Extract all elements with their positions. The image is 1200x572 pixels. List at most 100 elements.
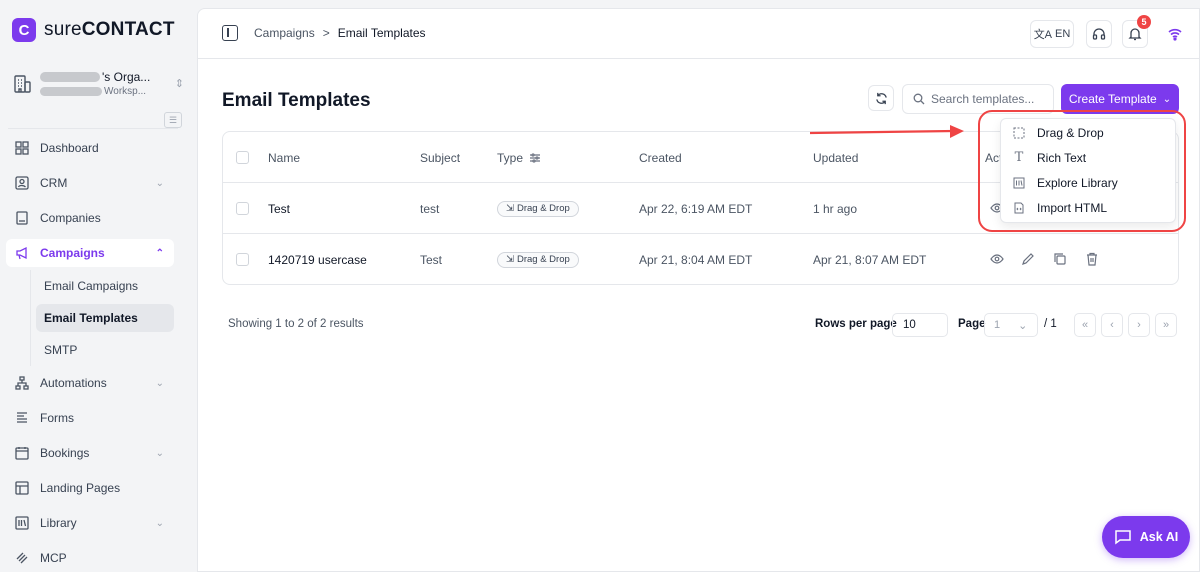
form-icon: [14, 410, 30, 426]
contact-card-icon: [14, 175, 30, 191]
search-input[interactable]: [931, 92, 1041, 106]
template-updated: Apr 21, 8:07 AM EDT: [813, 252, 927, 267]
page-total: / 1: [1044, 318, 1057, 330]
template-subject: test: [420, 201, 440, 216]
layout-icon: [14, 480, 30, 496]
translate-icon: 文A: [1033, 29, 1053, 41]
headset-icon: [1092, 28, 1106, 40]
top-bar: Campaigns > Email Templates 文A EN 5: [198, 9, 1200, 59]
type-badge-label: Drag & Drop: [516, 254, 570, 265]
divider: [8, 128, 178, 129]
breadcrumb: Campaigns > Email Templates: [254, 26, 426, 40]
table-row[interactable]: 1420719 usercase Test ⇲ Drag & Drop Apr 2…: [223, 234, 1178, 284]
refresh-button[interactable]: [868, 85, 894, 111]
sidebar-item-companies[interactable]: Companies: [6, 204, 174, 232]
last-page-button[interactable]: »: [1155, 313, 1177, 337]
template-name[interactable]: Test: [268, 183, 290, 234]
sidebar-item-campaigns[interactable]: Campaigns ⌃: [6, 239, 174, 267]
breadcrumb-campaigns[interactable]: Campaigns: [254, 26, 315, 40]
search-icon: [913, 93, 925, 105]
sidebar: C sureCONTACT 's Orga... Worksp... ⇕ ☰ D…: [0, 0, 196, 572]
ask-ai-button[interactable]: Ask AI: [1102, 516, 1190, 558]
brand-prefix: sure: [44, 19, 82, 40]
type-badge-label: Drag & Drop: [516, 203, 570, 214]
chevron-down-icon: ⌄: [1162, 93, 1172, 105]
redacted-workspace-name: [40, 87, 102, 96]
sidebar-item-automations[interactable]: Automations ⌄: [6, 369, 174, 397]
calendar-icon: [14, 445, 30, 461]
sidebar-subitem-smtp[interactable]: SMTP: [36, 336, 174, 364]
redacted-org-name: [40, 72, 100, 82]
library-icon: [14, 515, 30, 531]
collapse-sidebar-button[interactable]: ☰: [164, 112, 182, 128]
toggle-panel-icon[interactable]: [222, 25, 238, 41]
template-updated: 1 hr ago: [813, 201, 858, 216]
template-created: Apr 22, 6:19 AM EDT: [639, 201, 753, 216]
support-button[interactable]: [1086, 20, 1112, 48]
brand[interactable]: C sureCONTACT: [12, 18, 175, 42]
brand-name: CONTACT: [81, 19, 175, 40]
annotation-highlight: [978, 110, 1186, 232]
workspace-name: Worksp...: [104, 86, 147, 97]
drag-icon: ⇲: [506, 254, 514, 265]
row-checkbox[interactable]: [236, 202, 249, 215]
org-name: 's Orga...: [102, 70, 151, 84]
sidebar-item-label: CRM: [40, 176, 68, 190]
sidebar-item-label: Bookings: [40, 446, 90, 460]
sidebar-item-dashboard[interactable]: Dashboard: [6, 134, 174, 162]
sidebar-item-label: Dashboard: [40, 141, 99, 155]
row-checkbox[interactable]: [236, 253, 249, 266]
status-signal-icon[interactable]: [1168, 27, 1182, 41]
rows-per-page-select[interactable]: 10: [892, 313, 948, 337]
page-select[interactable]: 1 ⌄: [984, 313, 1038, 337]
org-switcher[interactable]: 's Orga... Worksp... ⇕: [12, 70, 184, 97]
create-template-label: Create Template: [1068, 92, 1157, 106]
type-badge: ⇲ Drag & Drop: [497, 200, 579, 217]
first-page-button[interactable]: «: [1074, 313, 1096, 337]
brand-logo: C: [12, 18, 36, 42]
chevron-up-icon: ⌃: [155, 247, 164, 259]
column-type-label: Type: [497, 150, 524, 165]
rows-per-page-label: Rows per page: [815, 318, 897, 330]
eye-icon[interactable]: [990, 252, 1004, 266]
duplicate-icon[interactable]: [1053, 252, 1067, 266]
sidebar-item-label: Campaigns: [40, 246, 105, 260]
grid-icon: [14, 140, 30, 156]
chevron-down-icon: ⌄: [1018, 319, 1028, 332]
sidebar-item-label: Forms: [40, 411, 74, 425]
prev-page-button[interactable]: ‹: [1101, 313, 1123, 337]
column-type: Type: [497, 132, 541, 183]
chevron-down-icon: ⌄: [155, 517, 164, 529]
breadcrumb-current: Email Templates: [337, 26, 426, 40]
pencil-icon[interactable]: [1021, 252, 1035, 266]
megaphone-icon: [14, 245, 30, 261]
results-summary: Showing 1 to 2 of 2 results: [228, 318, 364, 330]
sidebar-item-bookings[interactable]: Bookings ⌄: [6, 439, 174, 467]
sidebar-item-label: MCP: [40, 551, 67, 565]
sidebar-item-library[interactable]: Library ⌄: [6, 509, 174, 537]
building-icon: [14, 74, 31, 93]
sidebar-item-crm[interactable]: CRM ⌄: [6, 169, 174, 197]
sidebar-subitem-email-templates[interactable]: Email Templates: [36, 304, 174, 332]
chat-icon: [1115, 530, 1131, 545]
trash-icon[interactable]: [1085, 252, 1099, 266]
filter-icon[interactable]: [529, 152, 541, 164]
chevron-down-icon: ⌄: [155, 377, 164, 389]
column-created: Created: [639, 150, 682, 165]
sidebar-item-mcp[interactable]: MCP: [6, 544, 174, 572]
building-icon: [14, 210, 30, 226]
bell-icon: [1128, 28, 1142, 41]
page-select-value: 1: [994, 319, 1001, 331]
select-all-checkbox[interactable]: [236, 151, 249, 164]
template-name[interactable]: 1420719 usercase: [268, 234, 367, 284]
sidebar-subitem-email-campaigns[interactable]: Email Campaigns: [36, 272, 174, 300]
language-button[interactable]: 文A EN: [1030, 20, 1074, 48]
next-page-button[interactable]: ›: [1128, 313, 1150, 337]
sidebar-item-forms[interactable]: Forms: [6, 404, 174, 432]
template-created: Apr 21, 8:04 AM EDT: [639, 252, 753, 267]
notification-badge: 5: [1137, 15, 1151, 29]
type-badge: ⇲ Drag & Drop: [497, 251, 579, 268]
notifications-button[interactable]: 5: [1122, 15, 1151, 48]
template-subject: Test: [420, 252, 443, 267]
sidebar-item-landing-pages[interactable]: Landing Pages: [6, 474, 174, 502]
